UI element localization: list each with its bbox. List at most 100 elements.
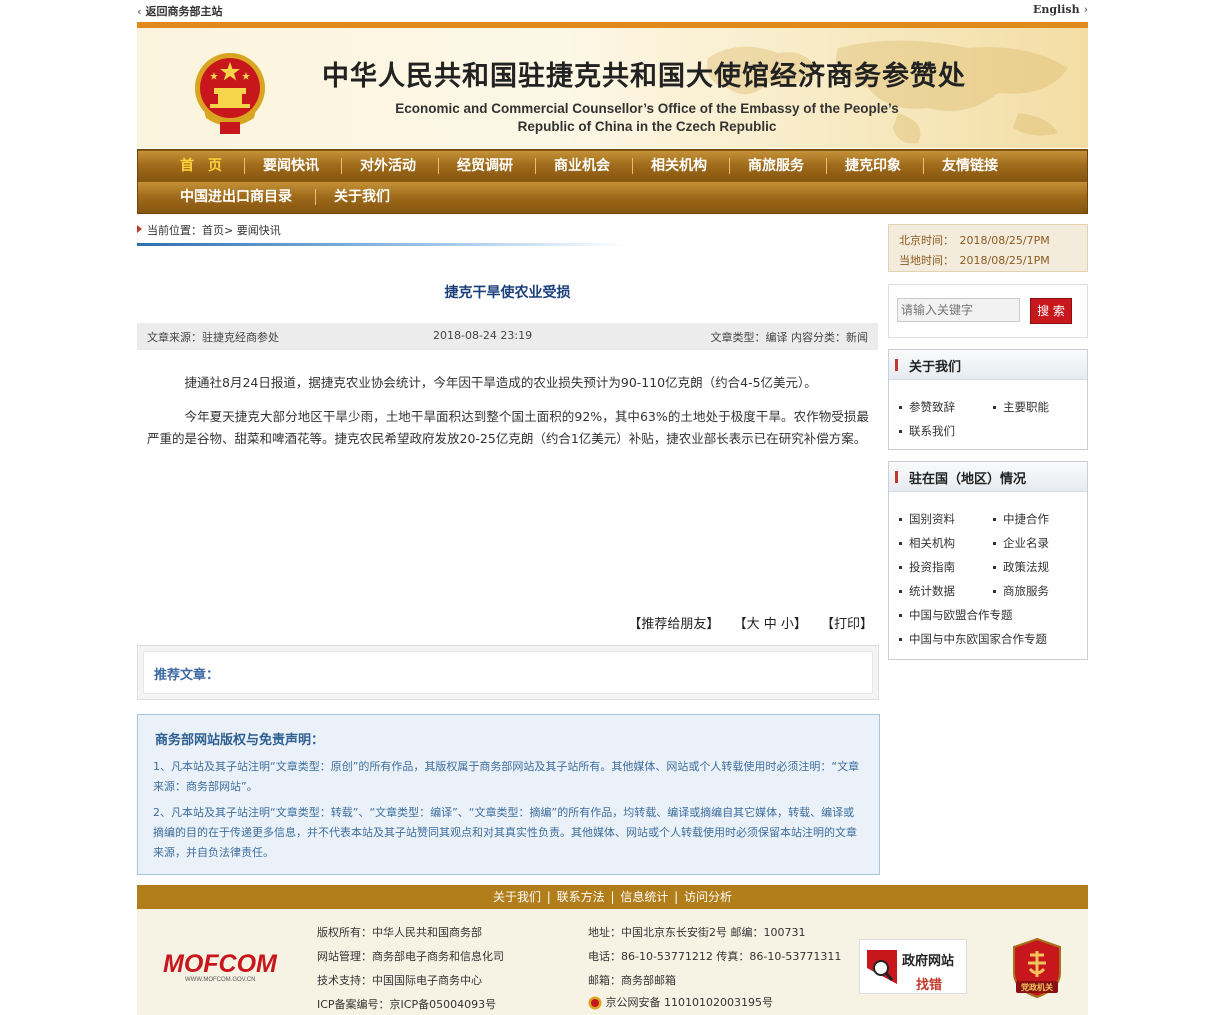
footer-link-analytics[interactable]: 访问分析 xyxy=(684,890,732,904)
footer-mail[interactable]: 邮箱：商务部邮箱 xyxy=(588,972,676,988)
sidebar-item-policies-regulations[interactable]: 政策法规 xyxy=(993,559,1049,575)
breadcrumb-arrow-icon xyxy=(137,225,142,233)
nav-item-institutions[interactable]: 相关机构 xyxy=(651,151,707,181)
footer-admin: 网站管理：商务部电子商务和信息化司 xyxy=(317,950,504,963)
nav-item-activities[interactable]: 对外活动 xyxy=(360,151,416,181)
footer-tech-support: 技术支持：中国国际电子商务中心 xyxy=(317,974,482,987)
gov-badge-line1: 政府网站 xyxy=(902,954,955,969)
site-title-en: Economic and Commercial Counsellor’s Off… xyxy=(367,100,927,136)
nav-item-opportunities[interactable]: 商业机会 xyxy=(554,151,610,181)
footer-police-record[interactable]: 京公网安备 11010102003195号 xyxy=(588,994,773,1010)
article-paragraph: 捷通社8月24日报道，据捷克农业协会统计，今年因干旱造成的农业损失预计为90-1… xyxy=(184,375,817,390)
nav-separator xyxy=(535,158,536,174)
chevron-left-icon: ‹ xyxy=(137,5,142,18)
article-date: 2018-08-24 23:19 xyxy=(433,329,533,342)
footer-icp[interactable]: ICP备案编号：京ICP备05004093号 xyxy=(317,996,496,1012)
nav-row-2: 中国进出口商目录 关于我们 xyxy=(138,182,1087,212)
footer-police-text: 京公网安备 11010102003195号 xyxy=(605,996,773,1009)
site-title-cn: 中华人民共和国驻捷克共和国大使馆经济商务参赞处 xyxy=(322,61,966,92)
chevron-right-icon: › xyxy=(1083,3,1088,16)
footer-link-statistics[interactable]: 信息统计 xyxy=(620,890,668,904)
back-to-main-link[interactable]: ‹ 返回商务部主站 xyxy=(137,3,223,19)
footer-phone: 电话：86-10-53771212 传真：86-10-53771311 xyxy=(588,950,842,963)
nav-item-about[interactable]: 关于我们 xyxy=(334,182,390,212)
main-nav: 首 页 要闻快讯 对外活动 经贸调研 商业机会 相关机构 商旅服务 捷克印象 友… xyxy=(137,149,1088,214)
recommended-articles-label: 推荐文章： xyxy=(154,668,220,683)
party-government-badge[interactable]: 党政机关 xyxy=(1010,937,1064,999)
sidebar-item-country-profile[interactable]: 国别资料 xyxy=(899,511,955,527)
footer-link-about[interactable]: 关于我们 xyxy=(493,890,541,904)
nav-separator xyxy=(729,158,730,174)
nav-item-travel[interactable]: 商旅服务 xyxy=(748,151,804,181)
english-link[interactable]: English › xyxy=(1033,3,1088,16)
search-button[interactable]: 搜 索 xyxy=(1030,298,1072,324)
breadcrumb-underline xyxy=(137,243,627,246)
police-badge-icon xyxy=(588,996,602,1010)
recommended-articles: 推荐文章： xyxy=(137,645,879,700)
sidebar-item-china-eu-topic[interactable]: 中国与欧盟合作专题 xyxy=(899,607,1013,623)
sidebar-item-china-czech-cooperation[interactable]: 中捷合作 xyxy=(993,511,1049,527)
sidebar-item-contact-us[interactable]: 联系我们 xyxy=(899,423,955,439)
footer-link-contact[interactable]: 联系方法 xyxy=(557,890,605,904)
about-us-header: 关于我们 xyxy=(889,350,1087,380)
sidebar-item-counsellor-speech[interactable]: 参赞致辞 xyxy=(899,399,955,415)
nav-item-research[interactable]: 经贸调研 xyxy=(457,151,513,181)
sidebar-item-statistics[interactable]: 统计数据 xyxy=(899,583,955,599)
disclaimer-paragraph: 1、凡本站及其子站注明“文章类型：原创”的所有作品，其版权属于商务部网站及其子站… xyxy=(153,760,860,793)
article-type: 文章类型：编译 内容分类：新闻 xyxy=(710,331,869,344)
nav-item-news[interactable]: 要闻快讯 xyxy=(263,151,319,181)
site-header: 中华人民共和国驻捷克共和国大使馆经济商务参赞处 Economic and Com… xyxy=(137,22,1088,148)
nav-separator xyxy=(341,158,342,174)
font-size-control[interactable]: 【大 中 小】 xyxy=(734,617,807,632)
back-to-main-label: 返回商务部主站 xyxy=(145,5,223,18)
disclaimer-title: 商务部网站版权与免责声明： xyxy=(155,733,325,748)
panel-marker-icon xyxy=(895,471,898,483)
nav-separator xyxy=(632,158,633,174)
magnifier-icon xyxy=(867,950,897,984)
footer-nav: 关于我们 | 联系方法 | 信息统计 | 访问分析 xyxy=(137,885,1088,909)
recommended-articles-inner: 推荐文章： xyxy=(143,651,873,694)
footer-copyright: 版权所有：中华人民共和国商务部 xyxy=(317,926,482,939)
breadcrumb-text[interactable]: 当前位置：首页> 要闻快讯 xyxy=(147,222,281,238)
nav-row-1: 首 页 要闻快讯 对外活动 经贸调研 商业机会 相关机构 商旅服务 捷克印象 友… xyxy=(138,151,1087,181)
sidebar-item-company-directory[interactable]: 企业名录 xyxy=(993,535,1049,551)
article-title: 捷克干旱使农业受损 xyxy=(444,285,571,301)
nav-separator xyxy=(826,158,827,174)
sidebar-item-main-functions[interactable]: 主要职能 xyxy=(993,399,1049,415)
mofcom-logo[interactable]: MOFCOM WWW.MOFCOM.GOV.CN xyxy=(161,949,291,983)
country-info-header: 驻在国（地区）情况 xyxy=(889,462,1087,492)
nav-item-directory[interactable]: 中国进出口商目录 xyxy=(180,182,292,212)
gov-site-error-report-badge[interactable]: 政府网站 找错 xyxy=(859,939,967,994)
breadcrumb: 当前位置：首页> 要闻快讯 xyxy=(137,222,637,248)
print-link[interactable]: 【打印】 xyxy=(821,617,873,632)
sidebar-item-related-institutions[interactable]: 相关机构 xyxy=(899,535,955,551)
search-panel: 搜 索 xyxy=(888,284,1088,338)
search-input[interactable] xyxy=(897,298,1020,322)
english-label: English xyxy=(1032,3,1080,16)
recommend-to-friend-link[interactable]: 【推荐给朋友】 xyxy=(628,617,719,632)
article-tools: 【推荐给朋友】 【大 中 小】 【打印】 xyxy=(137,613,873,632)
nav-item-czech-impression[interactable]: 捷克印象 xyxy=(845,151,901,181)
nav-separator xyxy=(315,189,316,205)
panel-marker-icon xyxy=(895,359,898,371)
article-body: 捷通社8月24日报道，据捷克农业协会统计，今年因干旱造成的农业损失预计为90-1… xyxy=(147,372,869,462)
site-title-en-line2: Republic of China in the Czech Republic xyxy=(517,119,777,134)
about-us-title: 关于我们 xyxy=(909,360,962,375)
sidebar-item-investment-guide[interactable]: 投资指南 xyxy=(899,559,955,575)
country-info-title: 驻在国（地区）情况 xyxy=(909,472,1027,487)
nav-separator xyxy=(438,158,439,174)
top-strip: ‹ 返回商务部主站 English › xyxy=(137,0,1088,20)
nav-item-links[interactable]: 友情链接 xyxy=(942,151,998,181)
time-display: 北京时间： 2018/08/25/7PM 当地时间： 2018/08/25/1P… xyxy=(888,224,1088,272)
article-meta: 文章来源：驻捷克经商参处 2018-08-24 23:19 文章类型：编译 内容… xyxy=(137,323,878,350)
site-footer: MOFCOM WWW.MOFCOM.GOV.CN 版权所有：中华人民共和国商务部… xyxy=(137,909,1088,1015)
nav-item-home[interactable]: 首 页 xyxy=(180,151,222,181)
disclaimer-paragraph: 2、凡本站及其子站注明“文章类型：转载”、“文章类型：编译”、“文章类型：摘编”… xyxy=(153,806,857,859)
sidebar-item-china-cee-topic[interactable]: 中国与中东欧国家合作专题 xyxy=(899,631,1047,647)
mofcom-logo-url: WWW.MOFCOM.GOV.CN xyxy=(185,977,255,983)
party-badge-text: 党政机关 xyxy=(1021,982,1053,992)
article-paragraph: 今年夏天捷克大部分地区干旱少雨，土地干旱面积达到整个国土面积的92%，其中63%… xyxy=(147,409,869,446)
beijing-time: 北京时间： 2018/08/25/7PM xyxy=(899,234,1050,247)
sidebar-item-business-travel[interactable]: 商旅服务 xyxy=(993,583,1049,599)
site-title-en-line1: Economic and Commercial Counsellor’s Off… xyxy=(395,101,899,116)
